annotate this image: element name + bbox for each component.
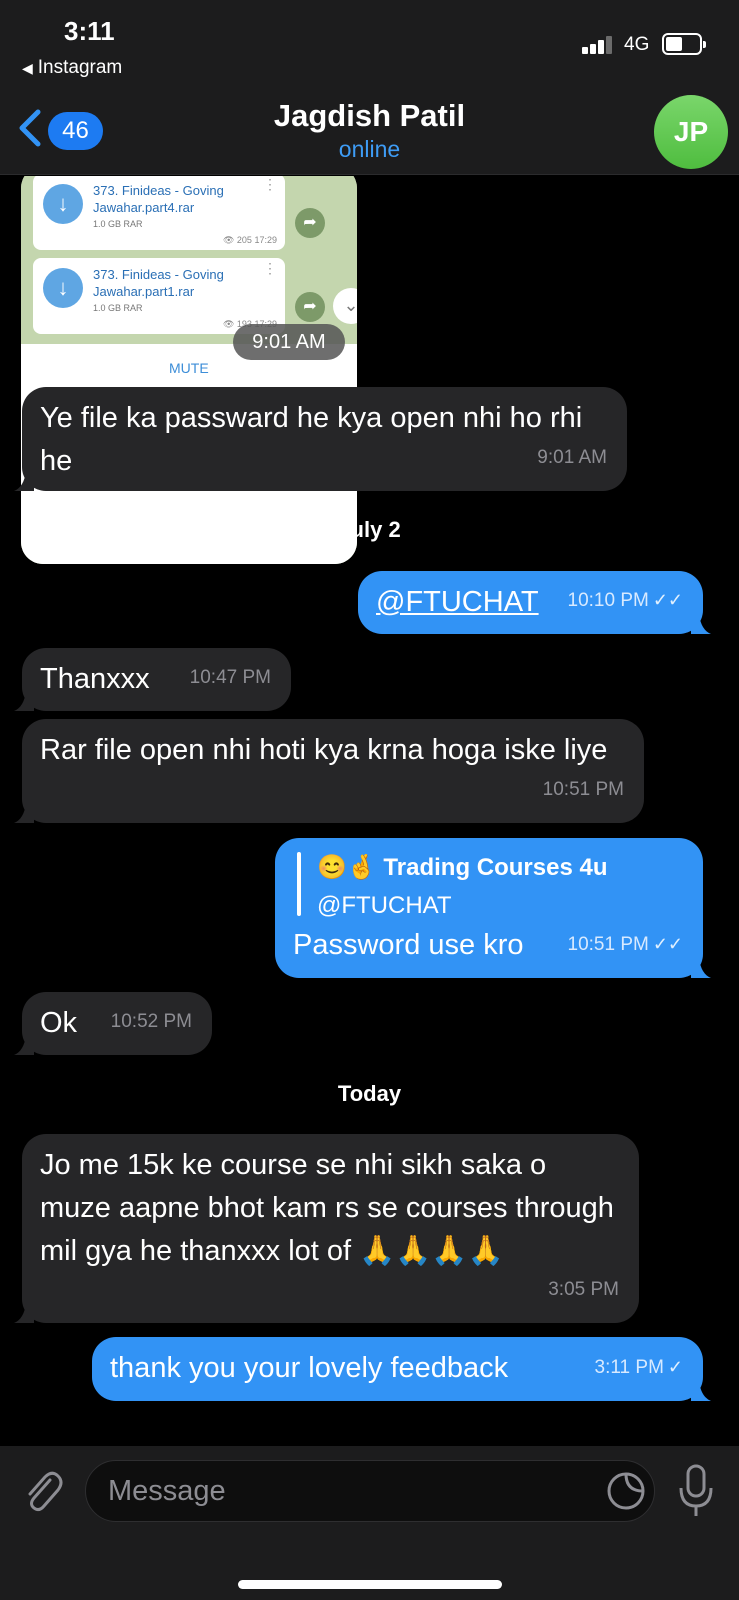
chat-header: 46 Jagdish Patil online JP [0, 90, 739, 175]
network-label: 4G [624, 34, 650, 55]
status-time: 3:11 [64, 16, 115, 46]
contact-name[interactable]: Jagdish Patil [0, 98, 739, 134]
home-indicator [238, 1580, 502, 1589]
sticker-icon[interactable] [606, 1471, 646, 1511]
status-bar: 3:11 ◀ Instagram 4G [0, 0, 739, 90]
bubble-tail [14, 471, 34, 491]
file-name: 373. Finideas - Goving Jawahar.part4.rar [93, 183, 224, 215]
contact-status: online [338, 136, 401, 162]
message-bubble-incoming[interactable]: Rar file open nhi hoti kya krna hoga isk… [14, 719, 644, 823]
mute-label: MUTE [169, 360, 209, 376]
reply-title[interactable]: 😊🤞 Trading Courses 4u [317, 846, 607, 889]
message-bubble-incoming[interactable]: Ok 10:52 PM [14, 992, 212, 1055]
message-text: thank you your lovely feedback [110, 1352, 509, 1384]
signal-icon [582, 34, 618, 54]
bubble-tail [691, 1381, 711, 1401]
date-separator: July 2 [338, 517, 401, 542]
paperclip-icon[interactable] [20, 1466, 64, 1516]
message-time-text: 10:51 PM [567, 934, 649, 955]
file-meta: 👁 205 17:29 [223, 235, 277, 246]
chat-messages[interactable]: ↓ 373. Finideas - Goving Jawahar.part4.r… [0, 176, 739, 1446]
message-text: Ye file ka passward he kya open nhi ho r… [40, 402, 583, 477]
message-bubble-outgoing[interactable]: thank you your lovely feedback 3:11 PM ✓ [92, 1337, 711, 1401]
file-time: 17:29 [254, 235, 277, 245]
battery-icon [662, 33, 706, 55]
message-time: 3:05 PM [548, 1279, 619, 1300]
file-name: 373. Finideas - Goving Jawahar.part1.rar [93, 267, 224, 299]
bubble-tail [14, 1303, 34, 1323]
file-size: 1.0 GB RAR [93, 303, 143, 313]
check-icon: ✓ [667, 1357, 683, 1377]
media-time: 9:01 AM [233, 324, 345, 360]
file-card: ↓ 373. Finideas - Goving Jawahar.part1.r… [33, 258, 285, 334]
message-time-text: 3:11 PM [594, 1357, 664, 1378]
message-time: 9:01 AM [537, 447, 607, 468]
message-text: Thanxxx [40, 663, 150, 695]
reply-subtitle: @FTUCHAT [317, 892, 452, 919]
file-views: 205 [236, 235, 252, 245]
download-icon: ↓ [43, 184, 83, 224]
message-input[interactable] [108, 1461, 568, 1521]
message-time: 10:10 PM ✓✓ [568, 579, 684, 622]
message-field[interactable] [85, 1460, 655, 1522]
message-time-text: 10:10 PM [567, 590, 649, 611]
message-bubble-incoming[interactable]: Thanxxx 10:47 PM [14, 648, 291, 711]
double-check-icon: ✓✓ [652, 934, 683, 954]
mention-link[interactable]: @FTUCHAT [376, 586, 539, 618]
message-text: Password use kro [293, 929, 524, 961]
message-text: Rar file open nhi hoti kya krna hoga isk… [40, 734, 608, 766]
message-time: 10:52 PM [110, 1011, 192, 1032]
more-icon: ⋮ [263, 260, 277, 276]
file-card: ↓ 373. Finideas - Goving Jawahar.part4.r… [33, 176, 285, 250]
bubble-tail [691, 958, 711, 978]
message-time: 10:51 PM [542, 779, 624, 800]
back-to-app-link[interactable]: ◀ Instagram [22, 57, 122, 79]
date-separator: Today [337, 1081, 402, 1106]
back-triangle-icon: ◀ [22, 60, 33, 76]
bubble-tail [691, 614, 711, 634]
message-bubble-outgoing[interactable]: 😊🤞 Trading Courses 4u @FTUCHAT Password … [275, 838, 711, 978]
message-bubble-outgoing[interactable]: @FTUCHAT 10:10 PM ✓✓ [358, 571, 711, 634]
media-message[interactable]: ↓ 373. Finideas - Goving Jawahar.part4.r… [21, 176, 357, 564]
message-bubble-incoming[interactable]: Ye file ka passward he kya open nhi ho r… [14, 387, 627, 491]
media-screenshot: ↓ 373. Finideas - Goving Jawahar.part4.r… [21, 176, 357, 564]
share-icon: ➦ [295, 208, 325, 238]
chevron-down-icon: ⌄ [333, 288, 357, 324]
more-icon: ⋮ [263, 176, 277, 192]
input-bar [0, 1446, 739, 1600]
download-icon: ↓ [43, 268, 83, 308]
message-text: Ok [40, 1007, 78, 1039]
reply-bar [297, 852, 301, 916]
message-time: 3:11 PM ✓ [595, 1346, 683, 1389]
avatar[interactable]: JP [654, 95, 728, 169]
eye-icon: 👁 [222, 235, 235, 245]
back-app-label: Instagram [37, 57, 123, 78]
eye-icon: 👁 [222, 319, 235, 329]
microphone-icon[interactable] [676, 1462, 716, 1520]
message-time: 10:47 PM [189, 667, 271, 688]
share-icon: ➦ [295, 292, 325, 322]
bubble-tail [14, 691, 34, 711]
message-time: 10:51 PM ✓✓ [568, 923, 684, 966]
message-text: Jo me 15k ke course se nhi sikh saka o m… [40, 1149, 614, 1267]
bubble-tail [14, 803, 34, 823]
bubble-tail [14, 1035, 34, 1055]
double-check-icon: ✓✓ [652, 590, 683, 610]
message-bubble-incoming[interactable]: Jo me 15k ke course se nhi sikh saka o m… [14, 1134, 639, 1323]
file-size: 1.0 GB RAR [93, 219, 143, 229]
